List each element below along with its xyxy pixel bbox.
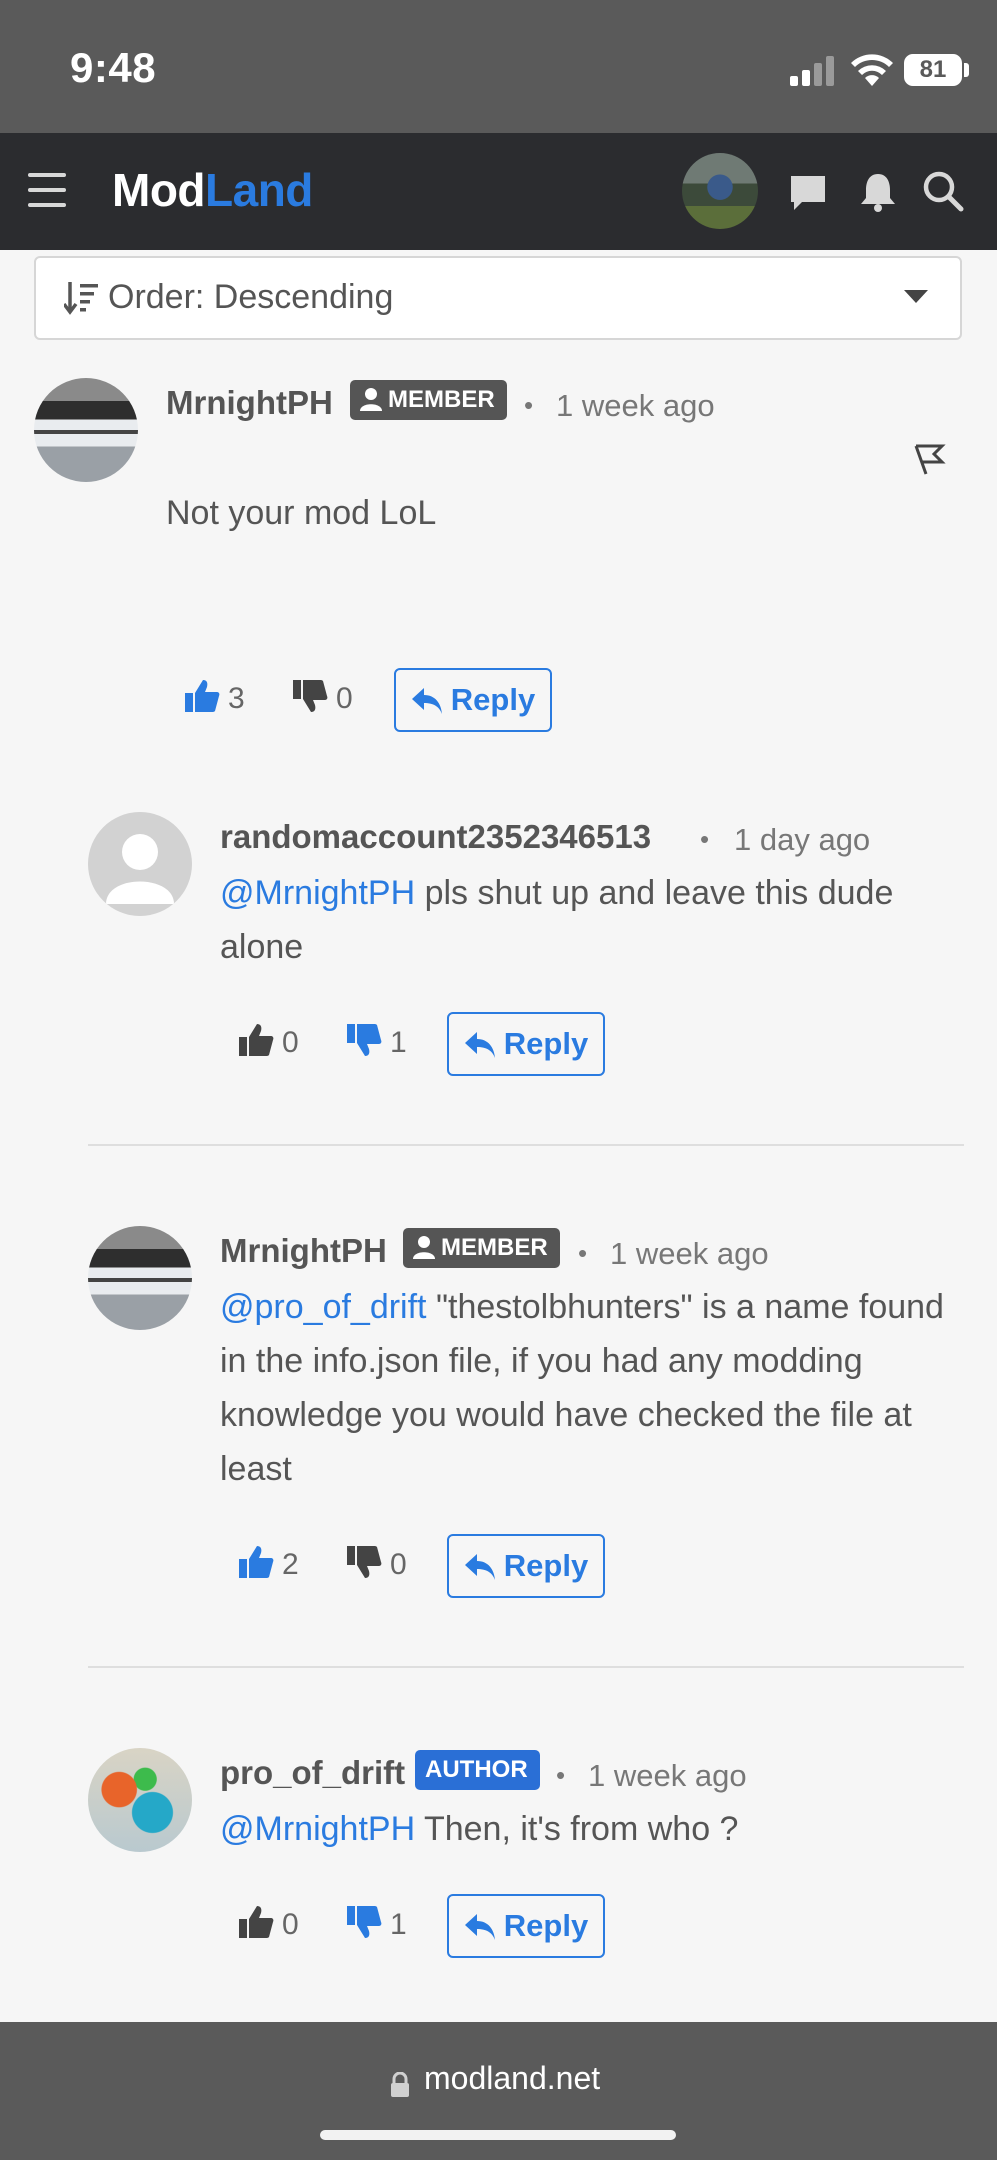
member-badge: MEMBER <box>403 1228 560 1268</box>
reply-button[interactable]: Reply <box>447 1894 605 1958</box>
comment-body: @MrnightPH Then, it's from who ? <box>220 1810 739 1848</box>
user-icon <box>413 1236 435 1259</box>
wifi-icon <box>851 54 893 86</box>
reply-icon <box>464 1554 495 1580</box>
sort-icon <box>64 282 98 315</box>
mention-link[interactable]: @MrnightPH <box>220 1810 415 1848</box>
comment-time: 1 day ago <box>734 822 871 857</box>
chat-icon[interactable] <box>788 173 828 213</box>
home-indicator[interactable] <box>320 2130 676 2140</box>
like-button[interactable]: 3 <box>184 678 245 716</box>
battery-icon: 81 <box>904 54 962 86</box>
member-badge: MEMBER <box>350 380 507 420</box>
bell-icon[interactable] <box>858 171 898 213</box>
thumbs-down-icon <box>347 1546 382 1578</box>
comment-username[interactable]: randomaccount2352346513 <box>220 818 651 856</box>
comment-avatar[interactable] <box>88 1226 192 1330</box>
url-text[interactable]: modland.net <box>424 2060 600 2097</box>
chevron-down-icon <box>904 290 928 303</box>
reply-button[interactable]: Reply <box>394 668 552 732</box>
mention-link[interactable]: @MrnightPH <box>220 874 415 912</box>
separator-dot: • <box>524 390 534 420</box>
separator-dot: • <box>700 824 710 854</box>
order-select[interactable]: Order: Descending <box>34 256 962 340</box>
status-bar: 9:48 81 <box>0 0 997 133</box>
browser-url-bar[interactable]: modland.net <box>0 2022 997 2160</box>
thumbs-up-icon <box>185 680 220 712</box>
comment-time: 1 week ago <box>556 388 715 423</box>
comment-body: @pro_of_drift "thestolbhunters" is a nam… <box>220 1288 944 1488</box>
thumbs-up-icon <box>239 1024 274 1056</box>
battery-level: 81 <box>919 56 947 83</box>
comment-avatar[interactable] <box>88 812 192 916</box>
like-button[interactable]: 0 <box>238 1904 299 1942</box>
site-logo[interactable]: ModLand <box>112 163 313 217</box>
thumbs-down-icon <box>293 680 328 712</box>
comment-avatar[interactable] <box>34 378 138 482</box>
status-time: 9:48 <box>70 44 157 91</box>
thumbs-down-icon <box>347 1906 382 1938</box>
dislike-button[interactable]: 1 <box>346 1904 407 1942</box>
separator-dot: • <box>556 1760 566 1790</box>
author-badge: AUTHOR <box>415 1750 540 1790</box>
user-avatar[interactable] <box>682 153 758 229</box>
comment-time: 1 week ago <box>588 1758 747 1793</box>
menu-icon[interactable] <box>28 173 66 207</box>
default-user-icon <box>106 834 174 904</box>
top-nav-bar: ModLand <box>0 133 997 250</box>
reply-icon <box>464 1032 495 1058</box>
order-label: Order: Descending <box>108 278 394 316</box>
signal-icon <box>790 56 834 86</box>
comment-time: 1 week ago <box>610 1236 769 1271</box>
dislike-button[interactable]: 0 <box>292 678 353 716</box>
comment-username[interactable]: MrnightPH <box>220 1232 387 1270</box>
comment-divider <box>88 1144 964 1146</box>
comment-username[interactable]: pro_of_drift <box>220 1754 405 1792</box>
reply-button[interactable]: Reply <box>447 1012 605 1076</box>
separator-dot: • <box>578 1238 588 1268</box>
reply-icon <box>411 688 442 714</box>
thumbs-down-icon <box>347 1024 382 1056</box>
search-icon[interactable] <box>922 170 964 212</box>
comment-body: @MrnightPH pls shut up and leave this du… <box>220 874 894 966</box>
flag-icon[interactable] <box>912 442 946 476</box>
reply-icon <box>464 1914 495 1940</box>
thumbs-up-icon <box>239 1906 274 1938</box>
like-button[interactable]: 0 <box>238 1022 299 1060</box>
lock-icon <box>391 2072 409 2097</box>
dislike-button[interactable]: 0 <box>346 1544 407 1582</box>
user-icon <box>360 388 382 411</box>
comment-divider <box>88 1666 964 1668</box>
mention-link[interactable]: @pro_of_drift <box>220 1288 427 1326</box>
comment-username[interactable]: MrnightPH <box>166 384 333 422</box>
dislike-button[interactable]: 1 <box>346 1022 407 1060</box>
comment-body: Not your mod LoL <box>166 494 437 532</box>
thumbs-up-icon <box>239 1546 274 1578</box>
comment-avatar[interactable] <box>88 1748 192 1852</box>
reply-button[interactable]: Reply <box>447 1534 605 1598</box>
battery-tip <box>964 63 969 77</box>
like-button[interactable]: 2 <box>238 1544 299 1582</box>
